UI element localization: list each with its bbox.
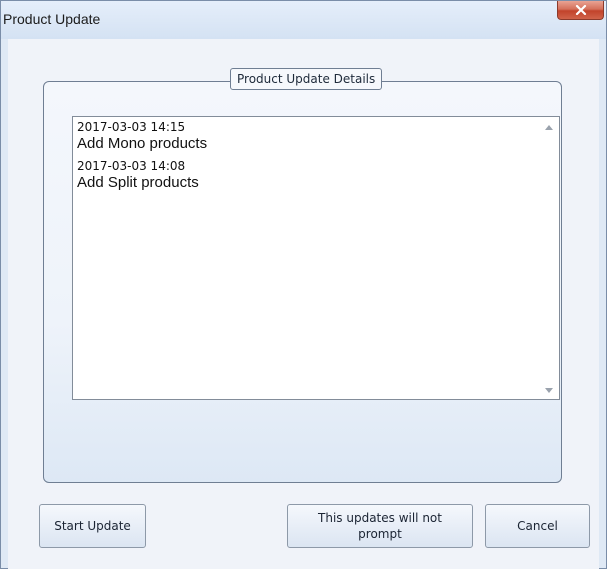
scroll-up-button[interactable] bbox=[544, 122, 554, 132]
update-date: 2017-03-03 14:15 bbox=[77, 120, 186, 134]
update-text: Add Mono products bbox=[77, 135, 208, 152]
no-prompt-button[interactable]: This updates will not prompt bbox=[287, 504, 473, 548]
close-button[interactable] bbox=[557, 1, 604, 20]
close-icon bbox=[575, 5, 586, 15]
dialog-client-area: Product Update Details 2017-03-03 14:15 … bbox=[8, 39, 599, 569]
window-title: Product Update bbox=[3, 11, 101, 27]
start-update-button[interactable]: Start Update bbox=[39, 504, 146, 548]
title-bar[interactable]: Product Update bbox=[1, 1, 606, 39]
cancel-button[interactable]: Cancel bbox=[485, 504, 590, 548]
list-item[interactable]: 2017-03-03 14:08 Add Split products bbox=[77, 159, 535, 192]
group-legend: Product Update Details bbox=[230, 68, 383, 90]
arrow-up-icon bbox=[545, 124, 553, 130]
update-list-content: 2017-03-03 14:15 Add Mono products 2017-… bbox=[77, 120, 535, 198]
list-item[interactable]: 2017-03-03 14:15 Add Mono products bbox=[77, 120, 535, 153]
update-text: Add Split products bbox=[77, 174, 199, 191]
product-update-window: Product Update Product Update Details 20… bbox=[0, 0, 607, 569]
scroll-down-button[interactable] bbox=[544, 385, 554, 395]
update-date: 2017-03-03 14:08 bbox=[77, 159, 186, 173]
update-list[interactable]: 2017-03-03 14:15 Add Mono products 2017-… bbox=[72, 116, 560, 400]
arrow-down-icon bbox=[545, 387, 553, 393]
vertical-scrollbar[interactable] bbox=[539, 117, 559, 399]
